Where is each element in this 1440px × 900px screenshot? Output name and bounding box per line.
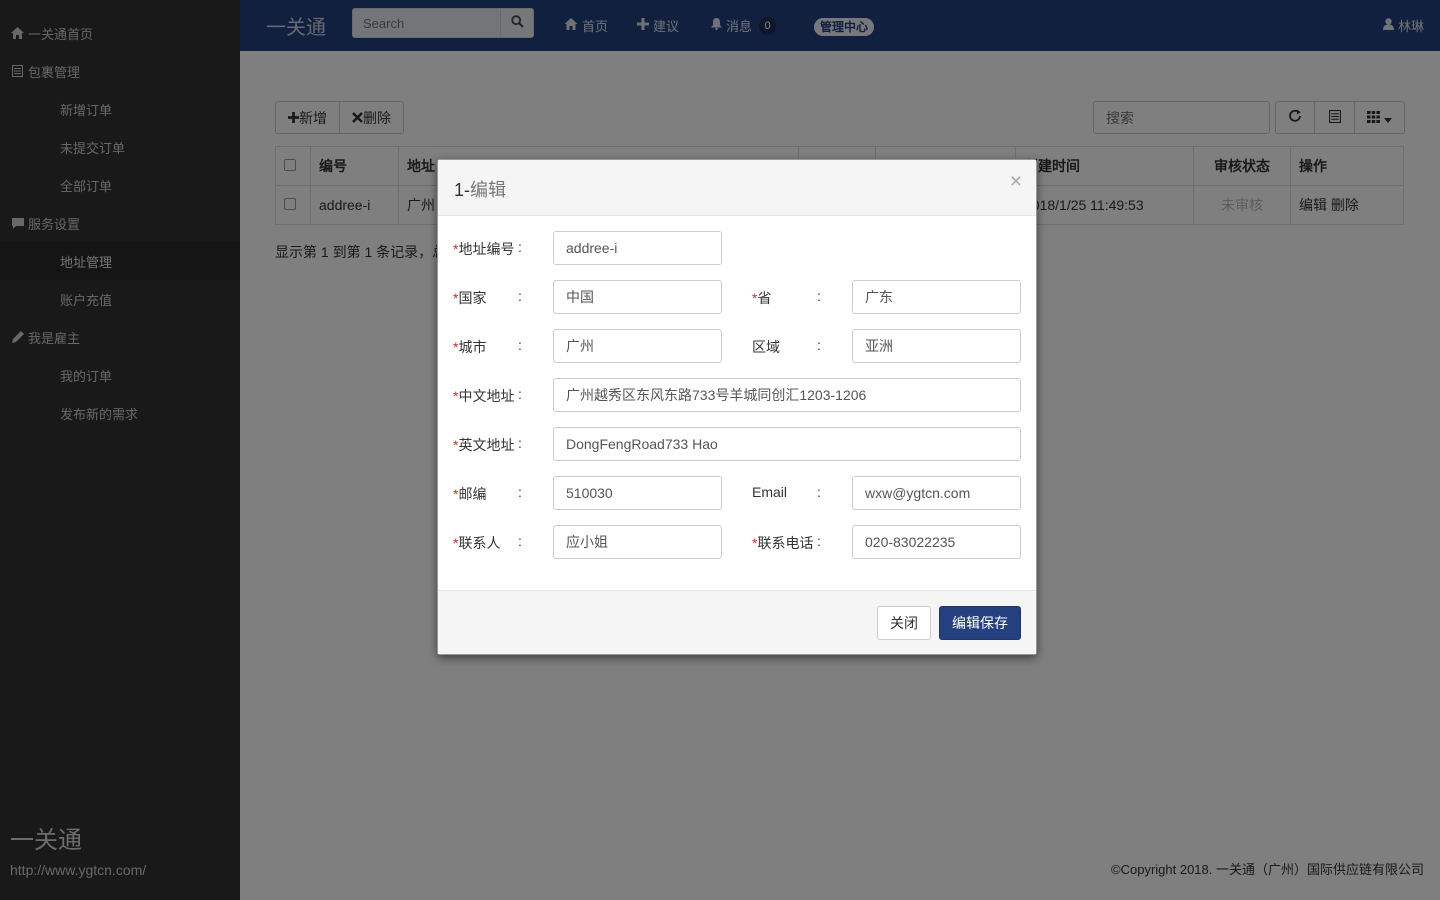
address-code-field[interactable] [553, 231, 722, 265]
label-text: 国家 [458, 290, 487, 306]
close-button[interactable]: 关闭 [877, 606, 931, 640]
label-country: *国家 [453, 288, 486, 308]
province-field[interactable] [852, 280, 1021, 314]
label-text: 区域 [752, 339, 780, 355]
modal-header: 1-编辑 × [438, 160, 1036, 216]
label-contact: *联系人 [453, 533, 500, 553]
label-text: 城市 [458, 339, 487, 355]
modal-body: *地址编号 : *国家 : *省 : *城市 : 区域 : *中文地址 : *英… [438, 216, 1036, 590]
label-text: 地址编号 [458, 241, 515, 257]
label-city: *城市 [453, 337, 486, 357]
label-text: 省 [757, 290, 772, 306]
modal-close-icon[interactable]: × [1010, 171, 1022, 192]
postcode-field[interactable] [553, 476, 722, 510]
label-colon: : [817, 484, 821, 500]
label-province: *省 [752, 288, 771, 308]
label-text: 中文地址 [458, 388, 515, 404]
save-button[interactable]: 编辑保存 [939, 606, 1021, 640]
label-text: 联系人 [458, 535, 501, 551]
email-field[interactable] [852, 476, 1021, 510]
region-field[interactable] [852, 329, 1021, 363]
label-colon: : [518, 435, 522, 451]
label-cn-address: *中文地址 [453, 386, 514, 406]
modal-title-text: 编辑 [470, 180, 507, 200]
label-postcode: *邮编 [453, 484, 486, 504]
label-colon: : [518, 484, 522, 500]
label-email: Email [752, 484, 787, 500]
label-text: 英文地址 [458, 437, 515, 453]
contact-field[interactable] [553, 525, 722, 559]
label-colon: : [518, 533, 522, 549]
modal-title: 1-编辑 [454, 176, 1020, 202]
label-text: 联系电话 [757, 535, 814, 551]
label-en-address: *英文地址 [453, 435, 514, 455]
label-phone: *联系电话 [752, 533, 813, 553]
label-colon: : [518, 337, 522, 353]
label-colon: : [817, 337, 821, 353]
country-field[interactable] [553, 280, 722, 314]
label-colon: : [518, 386, 522, 402]
label-colon: : [518, 239, 522, 255]
label-region: 区域 [752, 337, 780, 357]
label-text: Email [752, 484, 788, 500]
en-address-field[interactable] [553, 427, 1021, 461]
modal-title-prefix: 1- [454, 180, 471, 200]
label-colon: : [817, 288, 821, 304]
label-text: 邮编 [458, 486, 487, 502]
phone-field[interactable] [852, 525, 1021, 559]
label-colon: : [817, 533, 821, 549]
label-address-code: *地址编号 [453, 239, 514, 259]
modal-footer: 关闭 编辑保存 [438, 590, 1036, 654]
city-field[interactable] [553, 329, 722, 363]
cn-address-field[interactable] [553, 378, 1021, 412]
edit-address-modal: 1-编辑 × *地址编号 : *国家 : *省 : *城市 : 区域 : *中文… [437, 159, 1037, 655]
label-colon: : [518, 288, 522, 304]
